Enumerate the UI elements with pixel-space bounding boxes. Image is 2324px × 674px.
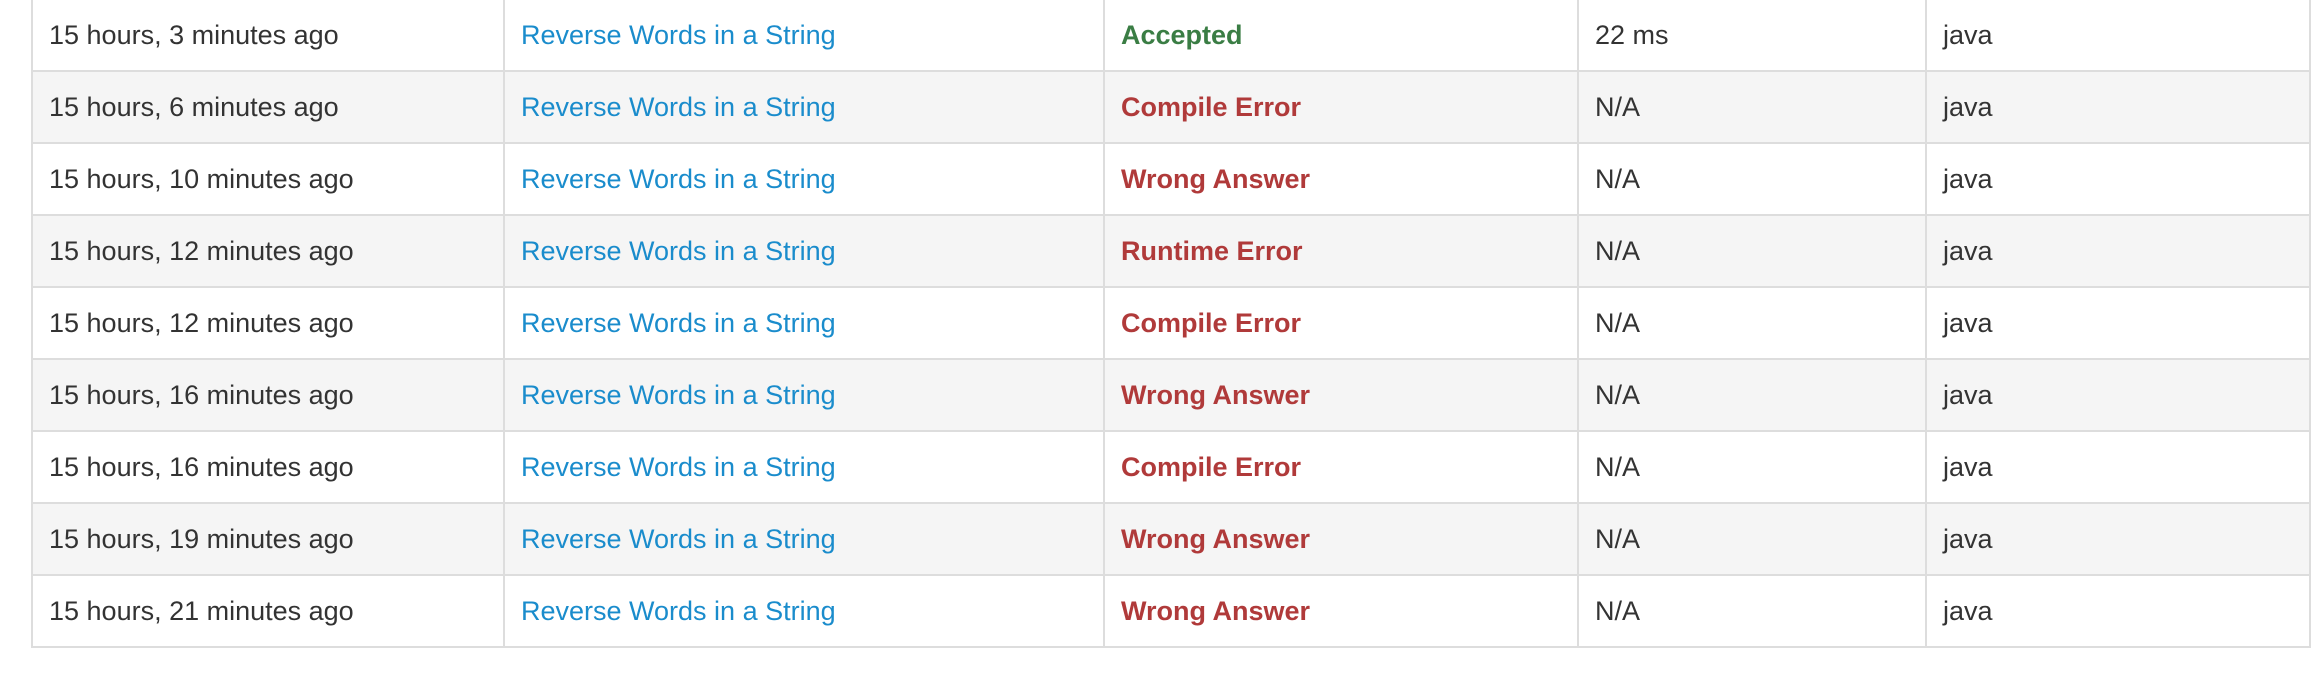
language: java [1925,574,2311,648]
problem-cell: Reverse Words in a String [503,0,1105,72]
table-row: 15 hours, 21 minutes ago Reverse Words i… [31,574,2311,648]
problem-cell: Reverse Words in a String [503,286,1105,360]
status-cell: Wrong Answer [1103,574,1579,648]
status-cell: Wrong Answer [1103,142,1579,216]
problem-link[interactable]: Reverse Words in a String [521,20,836,50]
status-link[interactable]: Wrong Answer [1121,524,1310,554]
runtime: N/A [1577,430,1927,504]
problem-link[interactable]: Reverse Words in a String [521,308,836,338]
status-cell: Runtime Error [1103,214,1579,288]
table-row: 15 hours, 16 minutes ago Reverse Words i… [31,358,2311,432]
status-cell: Compile Error [1103,70,1579,144]
submitted-time: 15 hours, 16 minutes ago [31,358,505,432]
status-cell: Wrong Answer [1103,358,1579,432]
submitted-time: 15 hours, 12 minutes ago [31,286,505,360]
runtime: N/A [1577,286,1927,360]
problem-cell: Reverse Words in a String [503,502,1105,576]
problem-link[interactable]: Reverse Words in a String [521,92,836,122]
problem-link[interactable]: Reverse Words in a String [521,380,836,410]
language: java [1925,502,2311,576]
status-link[interactable]: Compile Error [1121,92,1301,122]
language: java [1925,286,2311,360]
language: java [1925,0,2311,72]
status-cell: Wrong Answer [1103,502,1579,576]
status-link[interactable]: Wrong Answer [1121,596,1310,626]
table-row: 15 hours, 19 minutes ago Reverse Words i… [31,502,2311,576]
runtime: N/A [1577,502,1927,576]
status-link[interactable]: Wrong Answer [1121,380,1310,410]
status-link[interactable]: Compile Error [1121,308,1301,338]
table-row: 15 hours, 6 minutes ago Reverse Words in… [31,70,2311,144]
submitted-time: 15 hours, 6 minutes ago [31,70,505,144]
problem-cell: Reverse Words in a String [503,574,1105,648]
submissions-table-body: 15 hours, 3 minutes ago Reverse Words in… [31,0,2311,648]
table-row: 15 hours, 16 minutes ago Reverse Words i… [31,430,2311,504]
problem-cell: Reverse Words in a String [503,358,1105,432]
submissions-table: 15 hours, 3 minutes ago Reverse Words in… [31,0,2311,648]
language: java [1925,430,2311,504]
status-link[interactable]: Wrong Answer [1121,164,1310,194]
runtime: N/A [1577,574,1927,648]
problem-cell: Reverse Words in a String [503,70,1105,144]
table-row: 15 hours, 12 minutes ago Reverse Words i… [31,214,2311,288]
submissions-table-container: 15 hours, 3 minutes ago Reverse Words in… [31,0,2311,648]
runtime: N/A [1577,214,1927,288]
runtime: N/A [1577,70,1927,144]
language: java [1925,142,2311,216]
table-row: 15 hours, 10 minutes ago Reverse Words i… [31,142,2311,216]
language: java [1925,214,2311,288]
table-row: 15 hours, 3 minutes ago Reverse Words in… [31,0,2311,72]
submitted-time: 15 hours, 16 minutes ago [31,430,505,504]
status-cell: Compile Error [1103,286,1579,360]
submitted-time: 15 hours, 19 minutes ago [31,502,505,576]
problem-link[interactable]: Reverse Words in a String [521,164,836,194]
status-link[interactable]: Accepted [1121,20,1243,50]
problem-link[interactable]: Reverse Words in a String [521,524,836,554]
runtime: N/A [1577,358,1927,432]
submitted-time: 15 hours, 10 minutes ago [31,142,505,216]
problem-link[interactable]: Reverse Words in a String [521,452,836,482]
status-cell: Accepted [1103,0,1579,72]
problem-link[interactable]: Reverse Words in a String [521,236,836,266]
problem-cell: Reverse Words in a String [503,214,1105,288]
runtime: 22 ms [1577,0,1927,72]
status-link[interactable]: Runtime Error [1121,236,1303,266]
submitted-time: 15 hours, 21 minutes ago [31,574,505,648]
submitted-time: 15 hours, 12 minutes ago [31,214,505,288]
problem-cell: Reverse Words in a String [503,142,1105,216]
runtime: N/A [1577,142,1927,216]
language: java [1925,70,2311,144]
problem-link[interactable]: Reverse Words in a String [521,596,836,626]
problem-cell: Reverse Words in a String [503,430,1105,504]
submitted-time: 15 hours, 3 minutes ago [31,0,505,72]
table-row: 15 hours, 12 minutes ago Reverse Words i… [31,286,2311,360]
status-link[interactable]: Compile Error [1121,452,1301,482]
language: java [1925,358,2311,432]
status-cell: Compile Error [1103,430,1579,504]
